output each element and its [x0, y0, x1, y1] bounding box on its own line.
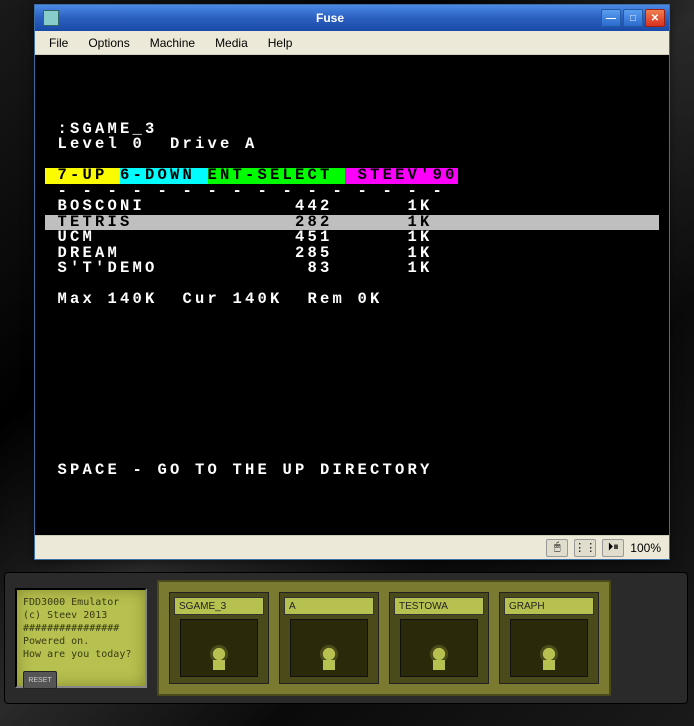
menu-file[interactable]: File: [39, 32, 78, 54]
lcd-line: How are you today?: [23, 648, 139, 661]
mouse-icon[interactable]: 🖱: [546, 539, 568, 557]
floppy-icon: [510, 619, 588, 677]
floppy-label: GRAPH: [504, 597, 594, 615]
menu-options[interactable]: Options: [78, 32, 139, 54]
footer-line: SPACE - GO TO THE UP DIRECTORY: [45, 463, 659, 479]
level-line: Level 0 Drive A: [45, 137, 659, 153]
floppy-drive-1[interactable]: A: [279, 592, 379, 684]
statusbar: 🖱 ⋮⋮ ⏵⏸ 100%: [35, 535, 669, 559]
fdd-device: RESET FDD3000 Emulator (c) Steev 2013 ##…: [4, 572, 688, 704]
lcd-line: ################: [23, 622, 139, 635]
floppy-label: TESTOWA: [394, 597, 484, 615]
floppy-icon: [290, 619, 368, 677]
menubar: File Options Machine Media Help: [35, 31, 669, 55]
maximize-button[interactable]: □: [623, 9, 643, 27]
zoom-level: 100%: [630, 541, 661, 555]
menu-help[interactable]: Help: [258, 32, 303, 54]
fuse-window: Fuse — □ ✕ File Options Machine Media He…: [34, 4, 670, 560]
joystick-icon[interactable]: ⋮⋮: [574, 539, 596, 557]
window-title: Fuse: [59, 11, 601, 25]
lcd-line: FDD3000 Emulator: [23, 596, 139, 609]
drive-bay: SGAME_3 A TESTOWA GRAPH: [157, 580, 611, 696]
emulator-screen[interactable]: :SGAME_3 Level 0 Drive A 7-UP 6-DOWN ENT…: [35, 55, 669, 535]
file-list: BOSCONI 442 1K TETRIS 282 1K UCM 451 1K …: [45, 199, 659, 277]
reset-button[interactable]: RESET: [23, 671, 57, 689]
lcd-line: (c) Steev 2013: [23, 609, 139, 622]
floppy-drive-2[interactable]: TESTOWA: [389, 592, 489, 684]
floppy-drive-0[interactable]: SGAME_3: [169, 592, 269, 684]
file-row[interactable]: S'T'DEMO 83 1K: [45, 261, 659, 277]
summary-line: Max 140K Cur 140K Rem 0K: [45, 292, 659, 308]
minimize-button[interactable]: —: [601, 9, 621, 27]
app-icon: [43, 10, 59, 26]
floppy-label: A: [284, 597, 374, 615]
tape-icon[interactable]: ⏵⏸: [602, 539, 624, 557]
menu-machine[interactable]: Machine: [140, 32, 205, 54]
floppy-icon: [180, 619, 258, 677]
floppy-label: SGAME_3: [174, 597, 264, 615]
titlebar[interactable]: Fuse — □ ✕: [35, 5, 669, 31]
menu-media[interactable]: Media: [205, 32, 258, 54]
lcd-line: Powered on.: [23, 635, 139, 648]
floppy-drive-3[interactable]: GRAPH: [499, 592, 599, 684]
floppy-icon: [400, 619, 478, 677]
close-button[interactable]: ✕: [645, 9, 665, 27]
